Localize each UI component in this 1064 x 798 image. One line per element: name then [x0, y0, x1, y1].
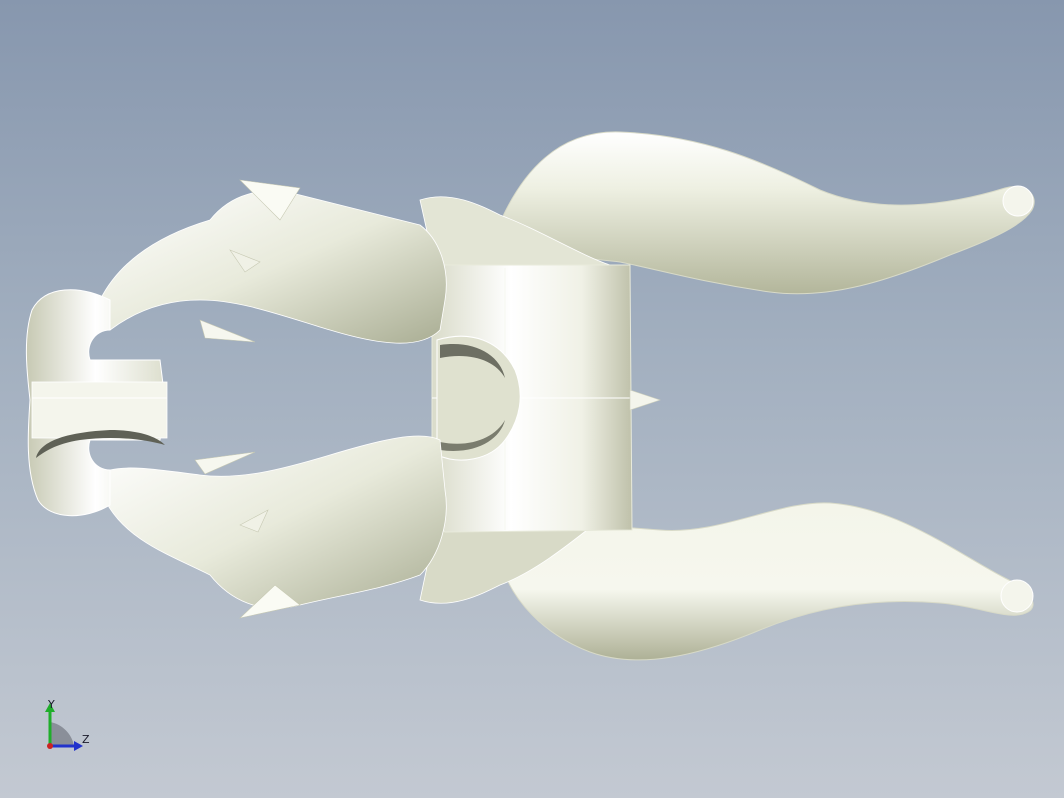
upper-horn-tip [1002, 185, 1034, 217]
lower-horn-tip [1000, 579, 1034, 613]
lower-arm [104, 435, 447, 609]
left-hinge-band [31, 381, 168, 439]
triad-z-label: Z [82, 733, 90, 746]
graphics-viewport[interactable]: Y Z [0, 0, 1064, 798]
lower-arm-spike-2 [194, 451, 256, 475]
3d-model-view[interactable] [0, 0, 1064, 798]
triad-plane [50, 722, 74, 746]
hub-spike [629, 389, 661, 411]
upper-arm [99, 190, 447, 344]
triad-y-label: Y [48, 698, 55, 711]
triad-origin [47, 743, 53, 749]
axis-triad: Y Z [38, 698, 98, 756]
upper-arm-spike-2 [199, 319, 256, 343]
axis-triad-graphic [45, 703, 83, 751]
